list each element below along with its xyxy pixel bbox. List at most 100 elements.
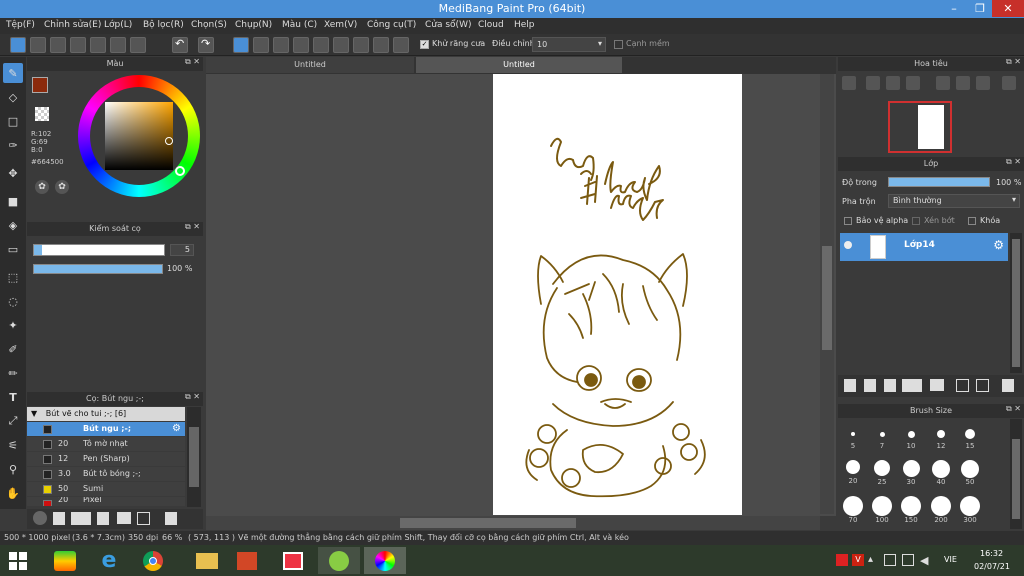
- zoom-reset-icon[interactable]: [886, 76, 900, 90]
- rotate-right-icon[interactable]: [976, 76, 990, 90]
- tab-untitled-2[interactable]: Untitled: [416, 57, 622, 73]
- menu-window[interactable]: Cửa sổ(W): [425, 20, 471, 30]
- gradient-tool-icon[interactable]: ▭: [3, 239, 23, 259]
- brush-size-cell[interactable]: 150: [896, 496, 926, 528]
- page-icon[interactable]: [90, 37, 106, 53]
- layer-menu-icon[interactable]: [902, 379, 922, 392]
- shape-tool-icon[interactable]: ■: [3, 191, 23, 211]
- select-eraser-tool-icon[interactable]: ✏: [3, 363, 23, 383]
- trash-icon[interactable]: [1002, 379, 1014, 392]
- snap-radial-icon[interactable]: [313, 37, 329, 53]
- trash-icon[interactable]: [165, 512, 177, 525]
- panel-controls-icon[interactable]: ⧉ ✕: [185, 392, 200, 402]
- zoom-out-icon[interactable]: [906, 76, 920, 90]
- lock-checkbox[interactable]: [968, 217, 976, 225]
- rotate-left-icon[interactable]: [936, 76, 950, 90]
- new-layer-icon[interactable]: [844, 379, 856, 392]
- brush-size-cell[interactable]: 12: [926, 428, 956, 450]
- duplicate-layer-icon[interactable]: [956, 379, 969, 392]
- chrome-icon[interactable]: [132, 547, 174, 574]
- pdf-viewer-icon[interactable]: [318, 547, 360, 574]
- brush-menu-icon[interactable]: [71, 512, 91, 525]
- chat-icon[interactable]: [70, 37, 86, 53]
- select-tool-icon[interactable]: ⬚: [3, 267, 23, 287]
- app-icon[interactable]: [272, 547, 314, 574]
- dot-tool-icon[interactable]: ✑: [3, 135, 23, 155]
- file-explorer-icon[interactable]: [186, 547, 228, 574]
- menu-cloud[interactable]: Cloud: [478, 20, 504, 30]
- copy-brush-icon[interactable]: [97, 512, 109, 525]
- menu-help[interactable]: Help: [514, 20, 535, 30]
- vertical-scrollbar[interactable]: [820, 74, 834, 514]
- eyedropper-tool-icon[interactable]: ⚲: [3, 459, 23, 479]
- eraser-tool-icon[interactable]: ◇: [3, 87, 23, 107]
- new-color-layer-icon[interactable]: [884, 379, 896, 392]
- blend-mode-select[interactable]: Bình thường ▾: [888, 194, 1020, 208]
- close-button[interactable]: ✕: [992, 0, 1024, 17]
- panel-controls-icon[interactable]: ⧉ ✕: [1006, 157, 1021, 167]
- select-pen-tool-icon[interactable]: ✐: [3, 339, 23, 359]
- palette-add-icon[interactable]: ✿: [55, 180, 69, 194]
- merge-layer-icon[interactable]: [976, 379, 989, 392]
- brush-size-cell[interactable]: 7: [867, 428, 897, 450]
- layer-opacity-slider[interactable]: [888, 177, 990, 187]
- lasso-tool-icon[interactable]: ◌: [3, 291, 23, 311]
- foreground-color-swatch[interactable]: [32, 77, 48, 93]
- menu-filter[interactable]: Bộ lọc(R): [143, 20, 184, 30]
- cloud-icon[interactable]: [10, 37, 26, 53]
- layer-list-scrollbar[interactable]: [1010, 233, 1022, 373]
- menu-color[interactable]: Màu (C): [282, 20, 317, 30]
- brush-size-cell[interactable]: 10: [896, 428, 926, 450]
- menu-layer[interactable]: Lớp(L): [104, 20, 132, 30]
- brush-size-cell[interactable]: 40: [926, 460, 956, 486]
- brush-size-scrollbar[interactable]: [1010, 419, 1022, 529]
- panel-controls-icon[interactable]: ⧉ ✕: [1006, 404, 1021, 414]
- sv-picker-handle[interactable]: [165, 137, 173, 145]
- horizontal-scrollbar[interactable]: [206, 516, 820, 530]
- menu-file[interactable]: Tệp(F): [6, 20, 35, 30]
- network-icon[interactable]: [884, 554, 896, 566]
- hand-tool-icon[interactable]: ✋: [3, 483, 23, 503]
- correction-select[interactable]: 10 ▾: [532, 37, 606, 52]
- flip-icon[interactable]: [1002, 76, 1016, 90]
- zoom-fit-icon[interactable]: [842, 76, 856, 90]
- snap-grid-icon[interactable]: [273, 37, 289, 53]
- brush-size-value[interactable]: 5: [170, 244, 194, 256]
- battery-icon[interactable]: [902, 554, 914, 566]
- transparent-color-swatch[interactable]: [35, 107, 49, 121]
- powerpoint-icon[interactable]: [226, 547, 268, 574]
- undo-icon[interactable]: ↶: [172, 37, 188, 53]
- comment-icon[interactable]: [50, 37, 66, 53]
- list-item[interactable]: Bút ngu ;-; ⚙: [27, 422, 185, 436]
- snap-off-icon[interactable]: [233, 37, 249, 53]
- brush-tool-icon[interactable]: ✎: [3, 63, 23, 83]
- operation-tool-icon[interactable]: ⤢: [3, 411, 23, 431]
- move-tool-icon[interactable]: ✥: [3, 163, 23, 183]
- fit-screen-icon[interactable]: [956, 76, 970, 90]
- medibang-taskbar-icon[interactable]: [364, 547, 406, 574]
- list-item[interactable]: 20 Pixel: [27, 497, 185, 506]
- snap-parallel-icon[interactable]: [253, 37, 269, 53]
- antivirus-icon[interactable]: V: [852, 554, 864, 566]
- soft-edge-checkbox[interactable]: [614, 40, 623, 49]
- snap-settings-icon[interactable]: [393, 37, 409, 53]
- brush-list-scrollbar[interactable]: [187, 407, 201, 507]
- tab-untitled-1[interactable]: Untitled: [206, 57, 414, 73]
- brush-size-cell[interactable]: 20: [838, 460, 868, 485]
- duplicate-icon[interactable]: [137, 512, 150, 525]
- panel-controls-icon[interactable]: ⧉ ✕: [1006, 57, 1021, 67]
- list-item[interactable]: 12 Pen (Sharp): [27, 452, 185, 466]
- tray-chevron-icon[interactable]: ▴: [868, 554, 873, 565]
- palette-icon[interactable]: ✿: [35, 180, 49, 194]
- maximize-button[interactable]: ❐: [966, 0, 994, 17]
- minimize-button[interactable]: –: [940, 0, 968, 17]
- eye-icon[interactable]: [844, 241, 852, 249]
- internet-explorer-icon[interactable]: e: [88, 547, 130, 574]
- folder-icon[interactable]: [117, 512, 131, 524]
- list-item[interactable]: 20 Tô mờ nhạt: [27, 437, 185, 451]
- tray-app-icon[interactable]: [836, 554, 848, 566]
- snap-circle-icon[interactable]: [333, 37, 349, 53]
- menu-edit[interactable]: Chỉnh sửa(E): [44, 20, 101, 30]
- gear-icon[interactable]: ⚙: [993, 238, 1004, 252]
- snap-fan-icon[interactable]: [293, 37, 309, 53]
